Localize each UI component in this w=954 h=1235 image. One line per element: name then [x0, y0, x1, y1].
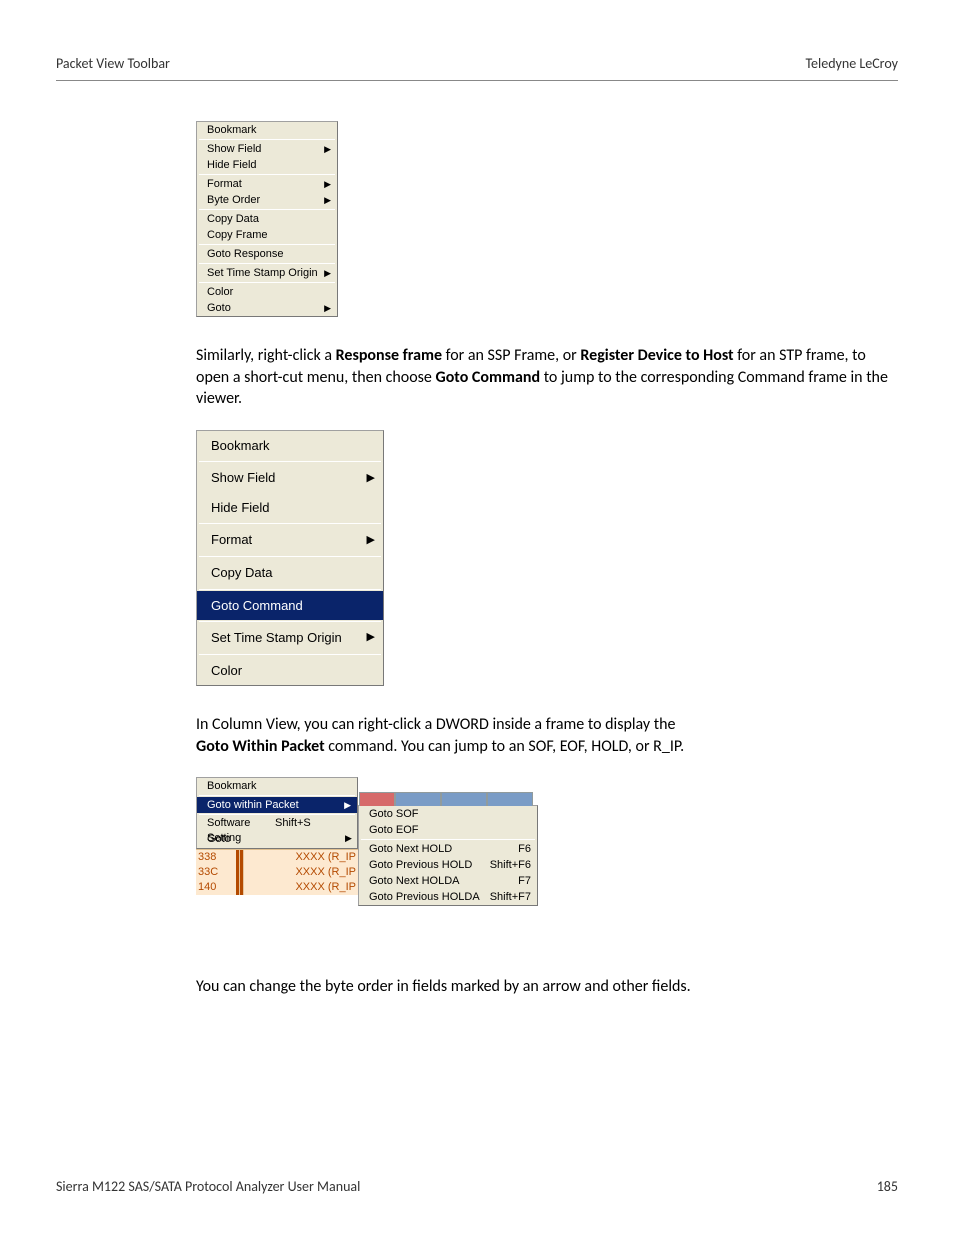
menu-separator: [199, 795, 355, 796]
menu-separator: [361, 839, 535, 840]
menu-item-set-timestamp-origin[interactable]: Set Time Stamp Origin▶: [197, 623, 383, 653]
tab[interactable]: [441, 792, 487, 806]
data-row[interactable]: 140 XXXX (R_IP: [196, 880, 358, 895]
menu-separator: [199, 461, 381, 462]
menu-separator: [199, 244, 335, 245]
menu-item-bookmark[interactable]: Bookmark: [197, 778, 357, 794]
menu-separator: [199, 139, 335, 140]
menu-item-format[interactable]: Format▶: [197, 176, 337, 192]
menu-item-software-setting[interactable]: Software Setting Shift+S: [197, 816, 357, 832]
submenu-item-goto-next-hold[interactable]: Goto Next HOLDF6: [359, 841, 537, 857]
submenu-item-goto-prev-holda[interactable]: Goto Previous HOLDAShift+F7: [359, 889, 537, 905]
footer-page-number: 185: [877, 1178, 898, 1195]
menu-separator: [199, 556, 381, 557]
menu-item-goto[interactable]: Goto ▶: [197, 832, 357, 848]
submenu-arrow-icon: ▶: [344, 799, 351, 811]
menu-item-color[interactable]: Color: [197, 284, 337, 300]
submenu-arrow-icon: ▶: [324, 178, 331, 190]
menu-item-bookmark[interactable]: Bookmark: [197, 122, 337, 138]
menu-separator: [199, 523, 381, 524]
context-menu-3-left: Bookmark Goto within Packet▶ Software Se…: [196, 777, 358, 849]
menu-item-goto[interactable]: Goto▶: [197, 300, 337, 316]
menu-separator: [199, 814, 355, 815]
footer-left: Sierra M122 SAS/SATA Protocol Analyzer U…: [56, 1178, 360, 1195]
menu-item-hide-field[interactable]: Hide Field: [197, 493, 383, 523]
menu-item-byte-order[interactable]: Byte Order▶: [197, 192, 337, 208]
menu-separator: [199, 589, 381, 590]
menu-item-bookmark[interactable]: Bookmark: [197, 431, 383, 461]
menu-item-show-field[interactable]: Show Field▶: [197, 463, 383, 493]
submenu-arrow-icon: ▶: [324, 143, 331, 155]
menu-separator: [199, 621, 381, 622]
paragraph-3: You can change the byte order in fields …: [196, 976, 898, 998]
submenu-arrow-icon: ▶: [367, 471, 375, 486]
context-menu-1: Bookmark Show Field▶ Hide Field Format▶ …: [196, 121, 338, 317]
menu-separator: [199, 263, 335, 264]
tab[interactable]: [487, 792, 533, 806]
submenu-item-goto-eof[interactable]: Goto EOF: [359, 822, 537, 838]
data-row[interactable]: 338 XXXX (R_IP: [196, 850, 358, 865]
submenu-arrow-icon: ▶: [367, 533, 375, 548]
menu-separator: [199, 209, 335, 210]
context-menu-2: Bookmark Show Field▶ Hide Field Format▶ …: [196, 430, 384, 686]
tab-strip: [359, 792, 533, 806]
submenu-arrow-icon: ▶: [345, 832, 357, 848]
menu-item-copy-data[interactable]: Copy Data: [197, 558, 383, 588]
submenu-item-goto-next-holda[interactable]: Goto Next HOLDAF7: [359, 873, 537, 889]
context-menu-3-submenu: Goto SOF Goto EOF Goto Next HOLDF6 Goto …: [358, 805, 538, 906]
menu-separator: [199, 174, 335, 175]
menu-item-goto-response[interactable]: Goto Response: [197, 246, 337, 262]
menu-separator: [199, 282, 335, 283]
paragraph-2: In Column View, you can right-click a DW…: [196, 714, 898, 757]
paragraph-1: Similarly, right-click a Response frame …: [196, 345, 898, 410]
menu-item-show-field[interactable]: Show Field▶: [197, 141, 337, 157]
menu-item-goto-within-packet[interactable]: Goto within Packet▶: [197, 797, 357, 813]
submenu-item-goto-sof[interactable]: Goto SOF: [359, 806, 537, 822]
submenu-arrow-icon: ▶: [367, 630, 375, 645]
menu-item-format[interactable]: Format▶: [197, 525, 383, 555]
tab[interactable]: [395, 792, 441, 806]
header-right: Teledyne LeCroy: [805, 55, 898, 72]
data-row[interactable]: 33C XXXX (R_IP: [196, 865, 358, 880]
menu-item-hide-field[interactable]: Hide Field: [197, 157, 337, 173]
context-menu-3-cluster: Bookmark Goto within Packet▶ Software Se…: [196, 777, 898, 906]
menu-separator: [199, 654, 381, 655]
menu-item-copy-frame[interactable]: Copy Frame: [197, 227, 337, 243]
menu-item-goto-command[interactable]: Goto Command: [197, 591, 383, 621]
menu-item-copy-data[interactable]: Copy Data: [197, 211, 337, 227]
submenu-arrow-icon: ▶: [324, 194, 331, 206]
menu-item-color[interactable]: Color: [197, 656, 383, 686]
tab[interactable]: [359, 792, 395, 806]
submenu-item-goto-prev-hold[interactable]: Goto Previous HOLDShift+F6: [359, 857, 537, 873]
data-rows: 338 XXXX (R_IP 33C XXXX (R_IP 140 XXXX (…: [196, 849, 358, 895]
header-left: Packet View Toolbar: [56, 55, 170, 72]
menu-item-set-timestamp-origin[interactable]: Set Time Stamp Origin▶: [197, 265, 337, 281]
submenu-arrow-icon: ▶: [324, 302, 331, 314]
submenu-arrow-icon: ▶: [324, 267, 331, 279]
